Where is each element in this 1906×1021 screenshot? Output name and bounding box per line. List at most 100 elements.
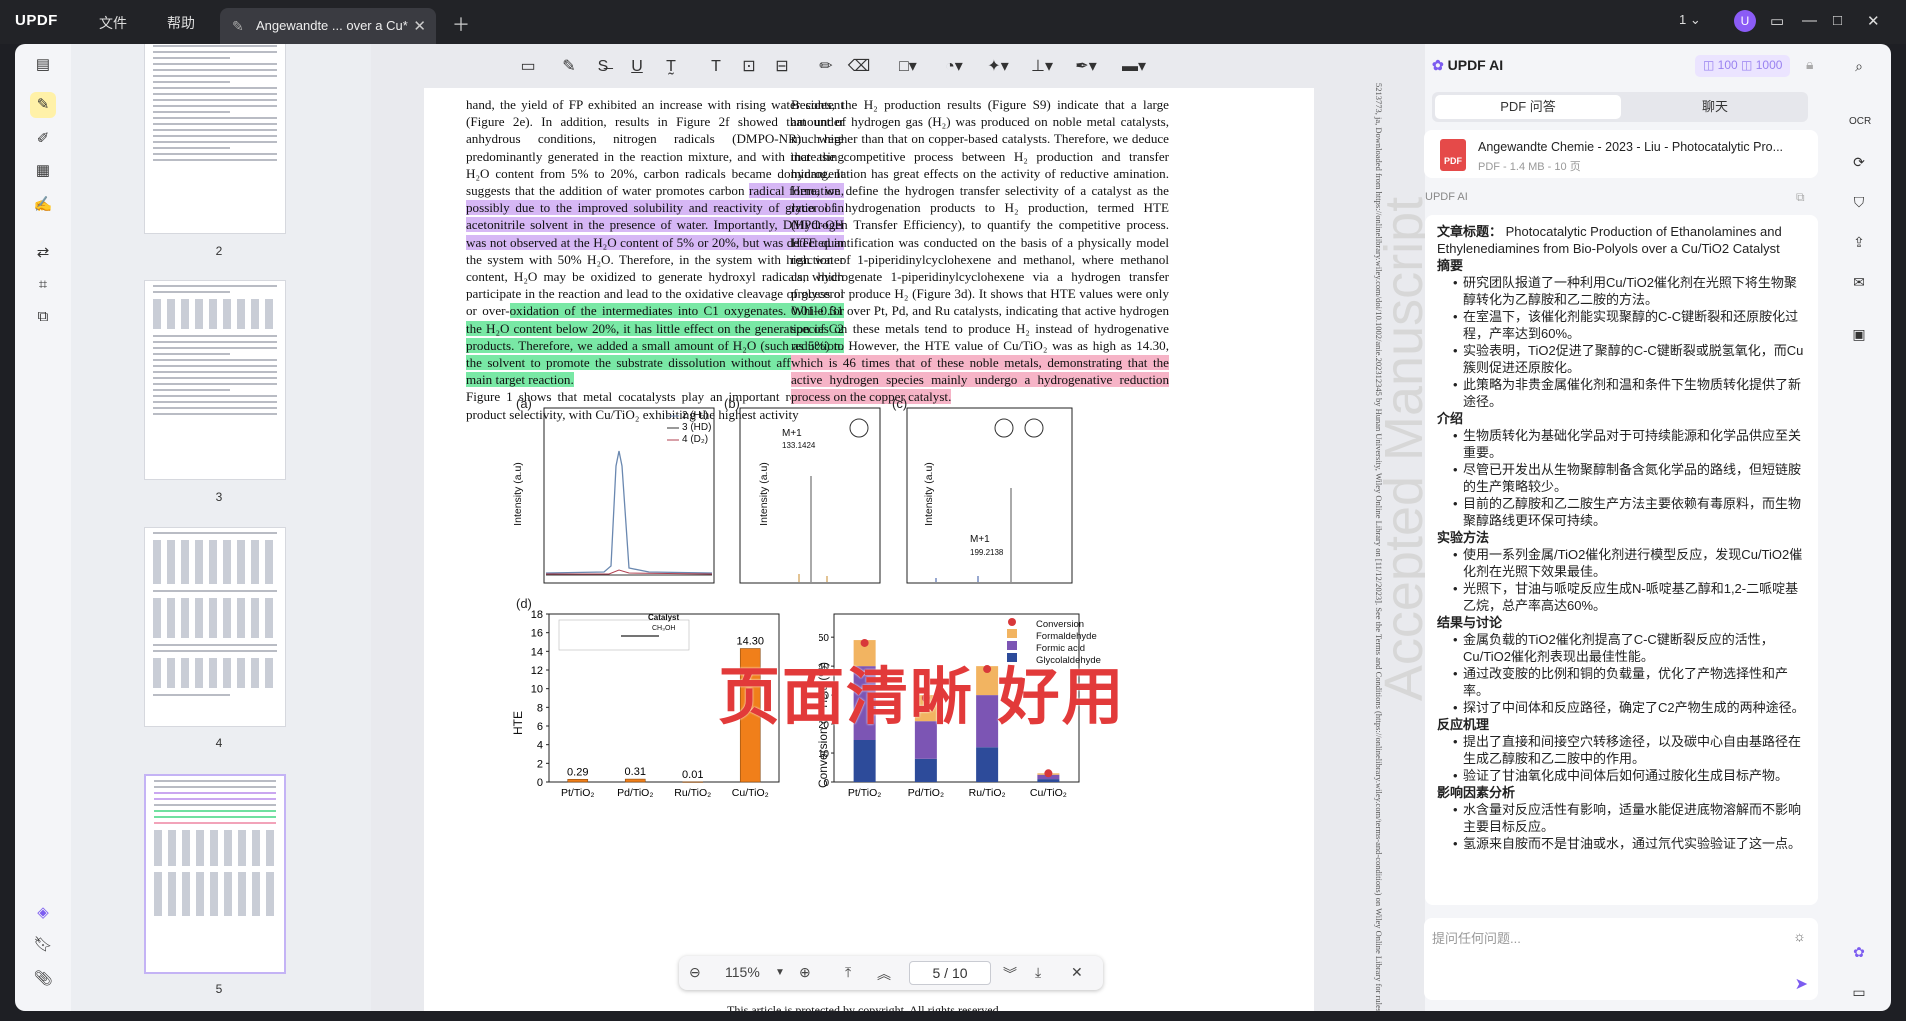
page-count-dropdown[interactable]: 1 ⌄ bbox=[1679, 12, 1701, 28]
promo-overlay-text: 页面清晰 好用 bbox=[718, 660, 1126, 733]
send-icon[interactable]: ➤ bbox=[1795, 974, 1808, 994]
textbox-icon[interactable]: ⊡ bbox=[736, 54, 762, 80]
pencil-icon[interactable]: ✏ bbox=[813, 54, 839, 80]
tab-chat[interactable]: 聊天 bbox=[1622, 95, 1808, 119]
last-page-icon[interactable]: ⤓ bbox=[1035, 964, 1041, 981]
shape-icon[interactable]: □▾ bbox=[895, 54, 921, 80]
thumbnail-page-2[interactable] bbox=[144, 44, 286, 234]
lightbulb-icon[interactable]: ☼ bbox=[1793, 928, 1806, 944]
section-list: 提出了直接和间接空穴转移途径，以及碳中心自由基路径在生成乙醇胺和乙二胺中的作用。… bbox=[1437, 733, 1808, 784]
avatar[interactable]: U bbox=[1734, 10, 1756, 32]
side-download-note: 5213773, ja, Downloaded from https://onl… bbox=[1374, 83, 1384, 1011]
hte-bar bbox=[624, 778, 646, 783]
email-icon[interactable]: ✉ bbox=[1849, 272, 1869, 292]
stamp-icon[interactable]: ⊥▾ bbox=[1029, 54, 1055, 80]
ai-assistant-icon[interactable]: ✿ bbox=[1849, 942, 1869, 962]
maximize-icon[interactable]: □ bbox=[1833, 12, 1842, 29]
tab-pdf-qa[interactable]: PDF 问答 bbox=[1435, 95, 1621, 119]
section-heading: 反应机理 bbox=[1437, 717, 1490, 732]
zoom-dropdown-icon[interactable]: ▼ bbox=[775, 967, 785, 978]
underline-icon[interactable]: U bbox=[624, 54, 650, 80]
file-name: Angewandte Chemie - 2023 - Liu - Photoca… bbox=[1478, 140, 1784, 154]
thumbnail-page-4[interactable] bbox=[144, 527, 286, 727]
organize-pages-icon[interactable]: ▦ bbox=[30, 158, 56, 184]
ai-file-card[interactable]: PDF Angewandte Chemie - 2023 - Liu - Pho… bbox=[1424, 130, 1818, 178]
document-tab[interactable]: ✎ Angewandte ... over a Cu* ✕ bbox=[220, 8, 436, 44]
text-callout-icon[interactable]: ⊟ bbox=[769, 54, 795, 80]
fill-sign-icon[interactable]: ✍ bbox=[30, 192, 56, 218]
strikethrough-icon[interactable]: S̶ bbox=[590, 54, 616, 80]
list-item: 提出了直接和间接空穴转移途径，以及碳中心自由基路径在生成乙醇胺和乙二胺中的作用。 bbox=[1453, 733, 1808, 767]
close-zoom-bar-icon[interactable]: ✕ bbox=[1071, 964, 1083, 981]
thumbnail-page-3[interactable] bbox=[144, 280, 286, 480]
thumbnail-number: 5 bbox=[215, 982, 223, 996]
menu-file[interactable]: 文件 bbox=[99, 13, 127, 33]
ai-mode-tabs: PDF 问答 聊天 bbox=[1432, 92, 1808, 122]
lock-icon[interactable]: 🔒︎ bbox=[1806, 56, 1813, 73]
close-tab-icon[interactable]: ✕ bbox=[413, 17, 426, 35]
search-icon[interactable]: ⌕ bbox=[1849, 56, 1869, 76]
attachment-icon[interactable]: 📎︎ bbox=[30, 966, 56, 992]
eraser-icon[interactable]: ⌫ bbox=[846, 54, 872, 80]
menu-help[interactable]: 帮助 bbox=[167, 13, 195, 33]
layers-icon[interactable]: ◈ bbox=[30, 900, 56, 926]
y-tick-label: 8 bbox=[537, 702, 543, 714]
list-item: 使用一系列金属/TiO2催化剂进行模型反应，发现Cu/TiO2催化剂在光照下效果… bbox=[1453, 546, 1808, 580]
ai-question-input[interactable]: 提问任何问题... ☼ ➤ bbox=[1424, 918, 1818, 1000]
reader-icon[interactable]: ▤ bbox=[30, 52, 56, 78]
list-item: 此策略为非贵金属催化剂和温和条件下生物质转化提供了新途径。 bbox=[1453, 376, 1808, 410]
chat-icon[interactable]: ▭ bbox=[1849, 982, 1869, 1002]
convert-icon[interactable]: ⇄ bbox=[30, 240, 56, 266]
copy-icon[interactable]: ⧉ bbox=[1796, 190, 1805, 205]
highlight-pink[interactable]: which is 46 times that of these noble me… bbox=[791, 355, 1169, 405]
document-viewer: ▭ ✎ S̶ U T̰ T ⊡ ⊟ ✏ ⌫ □▾ ◔▾ ✦▾ ⊥▾ ✒▾ ▬▾ … bbox=[371, 44, 1425, 1011]
minimize-icon[interactable]: — bbox=[1802, 12, 1817, 29]
ocr-icon[interactable]: OCR bbox=[1849, 112, 1871, 132]
new-tab-icon[interactable]: ＋ bbox=[452, 11, 470, 37]
signature-icon[interactable]: ✒▾ bbox=[1073, 54, 1099, 80]
thumbnail-page-5[interactable] bbox=[144, 774, 286, 974]
legend-swatch bbox=[1007, 629, 1017, 638]
y-tick-label: 10 bbox=[531, 684, 543, 696]
panel-a-ylabel: Intensity (a.u) bbox=[511, 462, 524, 526]
zoom-in-icon[interactable]: ⊕ bbox=[799, 964, 811, 981]
highlight-green[interactable]: oxidation of the intermediates into C1 o… bbox=[466, 303, 845, 388]
list-item: 水含量对反应活性有影响，适量水能促进底物溶解而不影响主要目标反应。 bbox=[1453, 801, 1808, 835]
prev-page-icon[interactable]: ︽ bbox=[877, 964, 891, 984]
close-window-icon[interactable]: ✕ bbox=[1867, 12, 1880, 30]
legend-swatch bbox=[1008, 618, 1016, 626]
zoom-value[interactable]: 115% bbox=[725, 964, 760, 980]
measure-icon[interactable]: ▬▾ bbox=[1121, 54, 1147, 80]
share-icon[interactable]: ⇪ bbox=[1849, 232, 1869, 252]
panel-d-scheme-label: Catalyst bbox=[648, 613, 680, 622]
batch-icon[interactable]: ⧉ bbox=[30, 304, 56, 330]
sticker-icon[interactable]: ◔▾ bbox=[941, 54, 967, 80]
next-page-icon[interactable]: ︾ bbox=[1003, 964, 1017, 984]
convert-pdf-icon[interactable]: ⟳ bbox=[1849, 152, 1869, 172]
save-icon[interactable]: ▣ bbox=[1849, 324, 1869, 344]
zoom-bar: ⊖ 115% ▼ ⊕ ⤒ ︽ 5 / 10 ︾ ⤓ ✕ bbox=[679, 956, 1103, 990]
list-item: 实验表明，TiO2促进了聚醇的C-C键断裂或脱氢氧化，而Cu簇则促进还原胺化。 bbox=[1453, 342, 1808, 376]
edit-pdf-icon[interactable]: ✐ bbox=[30, 126, 56, 152]
squiggly-icon[interactable]: T̰ bbox=[658, 54, 684, 80]
legend-formaldehyde: Formaldehyde bbox=[1036, 631, 1097, 642]
left-tool-rail: ▤ ✎ ✐ ▦ ✍ ⇄ ⌗ ⧉ ◈ 🔖︎ 📎︎ bbox=[15, 44, 71, 1011]
crop-icon[interactable]: ⌗ bbox=[30, 272, 56, 298]
pin-icon[interactable]: ✦▾ bbox=[985, 54, 1011, 80]
page-input[interactable]: 5 / 10 bbox=[909, 961, 991, 985]
comment-mode-icon[interactable]: ✎ bbox=[30, 92, 56, 118]
highlighter-icon[interactable]: ✎ bbox=[556, 54, 582, 80]
section-list: 使用一系列金属/TiO2催化剂进行模型反应，发现Cu/TiO2催化剂在光照下效果… bbox=[1437, 546, 1808, 614]
text-icon[interactable]: T bbox=[703, 54, 729, 80]
comment-icon[interactable]: ▭ bbox=[515, 54, 541, 80]
first-page-icon[interactable]: ⤒ bbox=[845, 964, 851, 981]
section-heading: 实验方法 bbox=[1437, 530, 1490, 545]
list-item: 光照下，甘油与哌啶反应生成N-哌啶基乙醇和1,2-二哌啶基乙烷，总产率高达60%… bbox=[1453, 580, 1808, 614]
protect-icon[interactable]: ⛉ bbox=[1849, 192, 1869, 212]
thumbnail-number: 4 bbox=[215, 736, 223, 750]
y-tick-label: 16 bbox=[531, 628, 543, 640]
pdf-file-icon: PDF bbox=[1440, 139, 1466, 171]
notification-icon[interactable]: ▭ bbox=[1770, 12, 1784, 30]
zoom-out-icon[interactable]: ⊖ bbox=[689, 964, 701, 981]
bookmark-icon[interactable]: 🔖︎ bbox=[30, 932, 56, 958]
